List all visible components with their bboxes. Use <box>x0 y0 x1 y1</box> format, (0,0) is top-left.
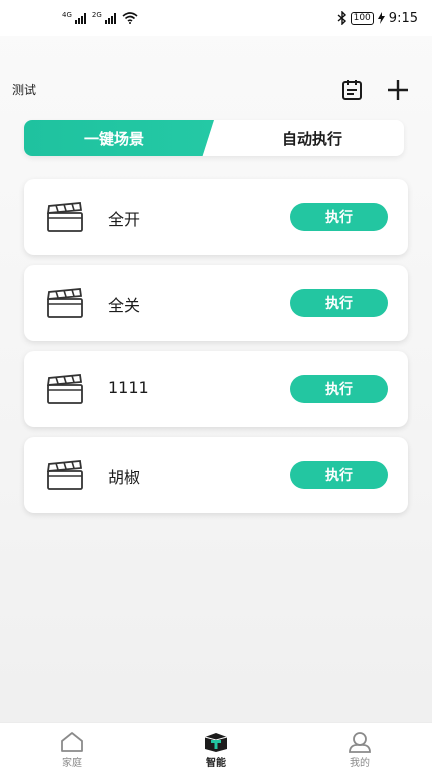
home-icon <box>59 731 85 753</box>
scene-card[interactable]: 1111 执行 <box>24 351 408 427</box>
plus-icon <box>388 80 408 100</box>
clapperboard-icon <box>46 374 83 404</box>
add-scene-button[interactable] <box>384 76 412 104</box>
clapperboard-icon <box>46 460 83 490</box>
tab-one-click-scene[interactable]: 一键场景 <box>24 120 214 156</box>
battery-icon: 100 <box>350 11 374 25</box>
scene-name: 胡椒 <box>108 468 141 487</box>
nav-smart-label: 智能 <box>206 758 226 768</box>
charging-icon <box>377 12 385 24</box>
nav-smart[interactable]: 智能 <box>176 723 256 768</box>
network-type-label-2: 2G <box>91 11 102 19</box>
notes-button[interactable] <box>338 76 366 104</box>
cellular-signal-icon-2: 2G <box>92 12 116 24</box>
clapperboard-icon <box>46 202 83 232</box>
page-title: 测试 <box>12 83 37 97</box>
scene-card[interactable]: 全关 执行 <box>24 265 408 341</box>
network-type-label: 4G <box>62 11 72 19</box>
execute-button[interactable]: 执行 <box>290 461 388 489</box>
bluetooth-icon <box>337 11 346 25</box>
scene-list: 全开 执行 全关 执行 1111 执行 胡椒 执行 <box>24 179 408 523</box>
cellular-signal-icon: 4G <box>62 12 86 24</box>
tab-auto-execute[interactable]: 自动执行 <box>220 120 404 156</box>
status-bar: 4G 2G 100 9:15 <box>0 0 432 36</box>
scene-name: 全开 <box>108 210 141 229</box>
nav-mine-label: 我的 <box>350 758 370 768</box>
status-left: 4G 2G <box>62 12 138 24</box>
status-right: 100 9:15 <box>337 11 418 26</box>
wifi-icon <box>122 12 138 24</box>
execute-button[interactable]: 执行 <box>290 375 388 403</box>
scene-card[interactable]: 全开 执行 <box>24 179 408 255</box>
scene-card[interactable]: 胡椒 执行 <box>24 437 408 513</box>
execute-button[interactable]: 执行 <box>290 203 388 231</box>
scene-name: 1111 <box>108 378 149 397</box>
clock: 9:15 <box>388 10 418 26</box>
scene-name: 全关 <box>108 296 141 315</box>
nav-home-label: 家庭 <box>62 758 82 768</box>
notes-icon <box>342 80 362 100</box>
nav-mine[interactable]: 我的 <box>320 723 400 768</box>
nav-home[interactable]: 家庭 <box>32 723 112 768</box>
clapperboard-icon <box>46 288 83 318</box>
profile-icon <box>347 731 373 753</box>
bottom-nav: 家庭 智能 我的 <box>0 722 432 768</box>
scene-tabs: 一键场景 自动执行 <box>24 120 404 156</box>
execute-button[interactable]: 执行 <box>290 289 388 317</box>
smart-box-icon <box>203 731 229 753</box>
